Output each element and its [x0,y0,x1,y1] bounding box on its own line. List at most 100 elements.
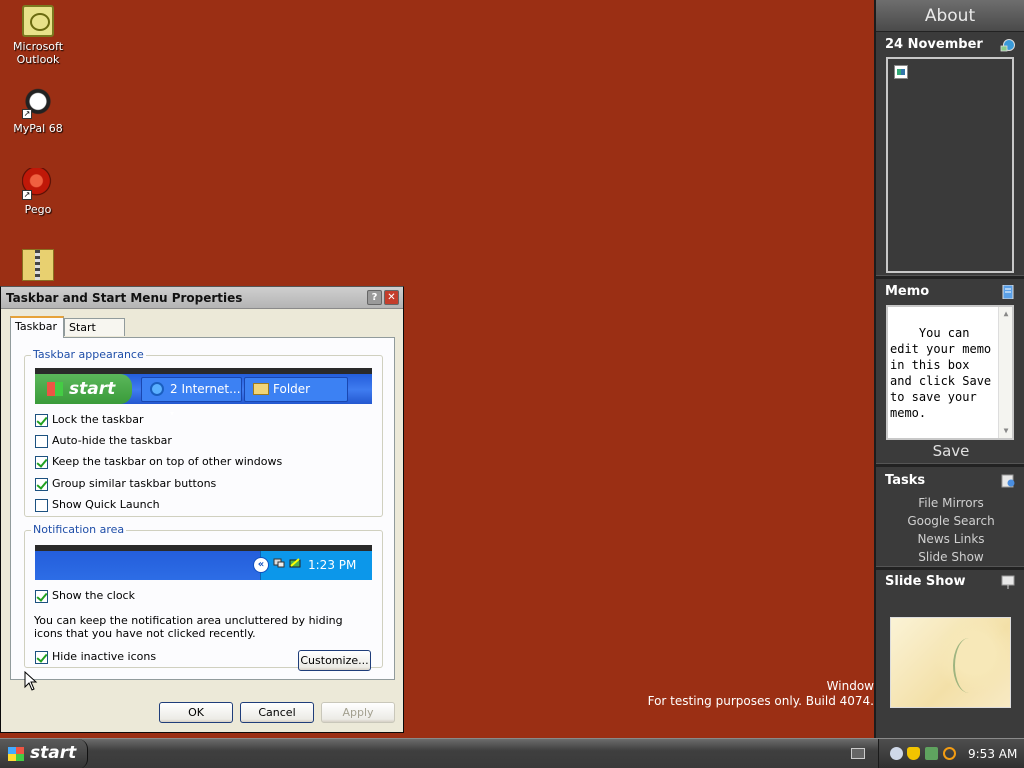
sidebar-divider [876,566,1024,570]
option-auto-hide[interactable]: Auto-hide the taskbar [35,433,172,449]
zip-folder-icon [22,249,54,281]
mouse-cursor-icon [24,671,38,691]
slideshow-image[interactable] [890,617,1011,708]
desktop-icon-label: MyPal 68 [13,122,63,135]
taskbar: start 9:53 AM [0,738,1024,768]
option-lock-taskbar[interactable]: Lock the taskbar [35,412,144,428]
start-label: start [30,743,77,763]
checkbox-checked[interactable] [35,650,48,664]
taskbar-preview: start 2 Internet... ▾ Folder [35,368,372,418]
security-icon [289,558,301,568]
taskbar-appearance-label: Taskbar appearance [31,348,146,361]
tray-globe-icon[interactable] [890,747,903,760]
outlook-icon [22,5,54,37]
ok-button[interactable]: OK [159,702,233,723]
sidebar-divider [876,275,1024,279]
tab-taskbar[interactable]: Taskbar [10,316,64,338]
preview-button-folder-label: Folder [273,382,311,396]
option-label: Keep the taskbar on top of other windows [52,455,283,468]
checkbox-unchecked[interactable] [35,434,48,448]
memo-title: Memo [885,284,930,299]
checkbox-checked[interactable] [35,455,48,469]
search-icon[interactable] [943,747,956,760]
dialog-title: Taskbar and Start Menu Properties [6,291,243,305]
scroll-up-icon[interactable]: ▲ [1000,308,1012,320]
slideshow-section: Slide Show [876,571,1024,593]
option-group-buttons[interactable]: Group similar taskbar buttons [35,476,216,492]
checkbox-checked[interactable] [35,477,48,491]
preview-button-folder: Folder [244,377,348,402]
task-link-news-links[interactable]: News Links [876,530,1024,548]
calendar-date-label: 24 November [885,37,983,52]
system-tray: 9:53 AM [878,739,1024,768]
desktop-icon-mypal[interactable]: ↗ MyPal 68 [0,87,76,135]
option-show-clock[interactable]: Show the clock [35,588,135,604]
calendar-section: 24 November [876,34,1024,56]
mypal-icon: ↗ [22,87,54,119]
memo-header: Memo [876,281,1024,303]
dialog-titlebar[interactable]: Taskbar and Start Menu Properties ? ✕ [1,287,403,309]
option-label: Lock the taskbar [52,413,144,426]
taskbar-tab-panel: Taskbar appearance start 2 Internet... ▾… [10,337,395,680]
notification-area-label: Notification area [31,523,127,536]
option-label: Show Quick Launch [52,498,160,511]
task-link-slide-show[interactable]: Slide Show [876,548,1024,566]
memo-scrollbar[interactable]: ▲ ▼ [998,307,1012,438]
help-button[interactable]: ? [367,290,382,305]
notification-preview: « 1:23 PM [35,545,372,580]
keyboard-icon[interactable] [851,748,865,759]
watermark-line2: For testing purposes only. Build 4074. [647,694,874,708]
chevron-left-icon: « [253,557,269,573]
option-hide-inactive[interactable]: Hide inactive icons [35,649,156,665]
network-icon[interactable] [925,747,938,760]
preview-button-internet: 2 Internet... ▾ [141,377,242,418]
start-button[interactable]: start [0,739,88,768]
tasks-header: Tasks [876,470,1024,492]
option-label: Auto-hide the taskbar [52,434,172,447]
memo-save-button[interactable]: Save [876,442,1024,460]
close-button[interactable]: ✕ [384,290,399,305]
shield-icon[interactable] [907,747,920,760]
option-label: Show the clock [52,589,135,602]
memo-textarea[interactable]: You can edit your memo in this box and c… [886,305,1014,440]
calendar-date: 24 November [876,34,1024,56]
preview-button-internet-label: 2 Internet... [170,382,241,396]
task-link-google-search[interactable]: Google Search [876,512,1024,530]
desktop-icon-pego[interactable]: ↗ Pego [0,168,76,216]
option-keep-on-top[interactable]: Keep the taskbar on top of other windows [35,454,282,470]
build-watermark: Window For testing purposes only. Build … [648,679,874,709]
taskbar-clock[interactable]: 9:53 AM [968,739,1017,768]
internet-explorer-icon [150,382,164,396]
slideshow-header: Slide Show [876,571,1024,593]
slideshow-title: Slide Show [885,574,966,589]
sidebar-about[interactable]: About [876,0,1024,32]
preview-start-label: start [69,379,116,399]
desktop-icon-outlook[interactable]: Microsoft Outlook [0,5,76,66]
taskbar-properties-dialog: Taskbar and Start Menu Properties ? ✕ Ta… [0,286,404,733]
apply-button[interactable]: Apply [321,702,395,723]
globe-icon[interactable] [1000,38,1016,52]
tasks-icon[interactable] [1000,474,1016,488]
checkbox-checked[interactable] [35,589,48,603]
cancel-button[interactable]: Cancel [240,702,314,723]
memo-icon[interactable] [1000,285,1016,299]
network-icon [273,558,285,568]
desktop-icon-zip-folder[interactable] [0,249,76,284]
checkbox-checked[interactable] [35,413,48,427]
calendar-box[interactable] [886,57,1014,273]
option-label: Hide inactive icons [52,650,157,663]
option-quick-launch[interactable]: Show Quick Launch [35,497,160,513]
slideshow-icon[interactable] [1000,575,1016,589]
sidebar-divider [876,463,1024,467]
task-link-file-mirrors[interactable]: File Mirrors [876,494,1024,512]
desktop-icon-label: Microsoft Outlook [12,40,64,66]
scroll-down-icon[interactable]: ▼ [1000,425,1012,437]
folder-icon [253,383,269,395]
watermark-line1: Window [826,679,874,693]
sidebar: About 24 November Memo You can edit your… [874,0,1024,738]
checkbox-unchecked[interactable] [35,498,48,512]
preview-start-button: start [35,374,132,404]
customize-button[interactable]: Customize... [298,650,371,671]
tab-start-menu[interactable]: Start Menu [64,318,125,351]
tasks-title: Tasks [885,473,926,488]
